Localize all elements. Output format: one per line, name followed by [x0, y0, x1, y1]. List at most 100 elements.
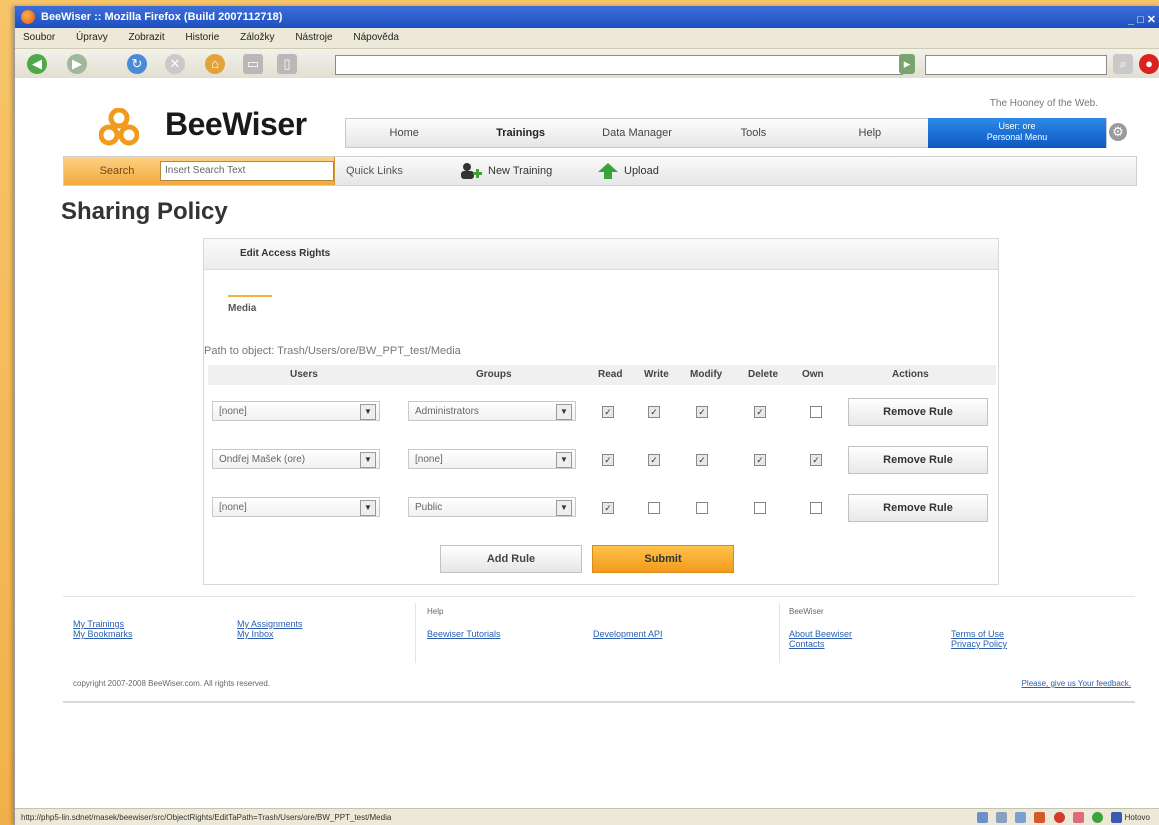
- add-rule-button[interactable]: Add Rule: [440, 545, 582, 573]
- page-icon[interactable]: ▯: [277, 54, 297, 74]
- menu-item-history[interactable]: Historie: [185, 32, 219, 43]
- own-checkbox[interactable]: ✓: [810, 454, 822, 466]
- write-checkbox[interactable]: [648, 502, 660, 514]
- footer-link-my-bookmarks[interactable]: My Bookmarks: [73, 629, 133, 639]
- group-select[interactable]: [none] ▼: [408, 449, 576, 469]
- group-select-value: Administrators: [415, 406, 479, 417]
- submit-button[interactable]: Submit: [592, 545, 734, 573]
- user-select[interactable]: [none] ▼: [212, 401, 380, 421]
- user-sub: Personal Menu: [986, 131, 1048, 142]
- read-checkbox[interactable]: ✓: [602, 454, 614, 466]
- search-go-icon[interactable]: ⌕: [1113, 54, 1133, 74]
- tab-media[interactable]: Media: [228, 295, 272, 314]
- group-select[interactable]: Public ▼: [408, 497, 576, 517]
- nav-data-manager[interactable]: Data Manager: [579, 119, 695, 147]
- site-search-input[interactable]: Insert Search Text: [160, 161, 334, 181]
- logo-text: BeeWiser: [165, 106, 307, 142]
- page-title: Sharing Policy: [61, 198, 228, 225]
- reload-icon[interactable]: ↻: [127, 54, 147, 74]
- feedback-link[interactable]: Please, give us Your feedback.: [1022, 679, 1131, 688]
- footer-link-contacts[interactable]: Contacts: [789, 639, 825, 649]
- remove-rule-button[interactable]: Remove Rule: [848, 398, 988, 426]
- read-checkbox[interactable]: ✓: [602, 502, 614, 514]
- search-label[interactable]: Search: [82, 157, 152, 185]
- status-icon[interactable]: [1015, 812, 1027, 824]
- user-select-value: [none]: [219, 406, 247, 417]
- menu-item-tools[interactable]: Nástroje: [295, 32, 332, 43]
- table-row: [none] ▼ Public ▼ ✓ Remove Rule: [204, 494, 998, 525]
- menu-bar: Soubor Úpravy Zobrazit Historie Záložky …: [15, 28, 1159, 49]
- footer-beewiser-heading: BeeWiser: [789, 607, 824, 616]
- status-icon[interactable]: [996, 812, 1007, 824]
- status-icon[interactable]: [1034, 812, 1046, 824]
- col-actions: Actions: [892, 369, 929, 380]
- status-icon[interactable]: [1053, 812, 1065, 824]
- write-checkbox[interactable]: ✓: [648, 454, 660, 466]
- new-training-label: New Training: [488, 165, 553, 177]
- window-title: BeeWiser :: Mozilla Firefox (Build 20071…: [41, 11, 283, 23]
- user-select-value: Ondřej Mašek (ore): [219, 454, 306, 465]
- modify-checkbox[interactable]: [696, 502, 708, 514]
- col-modify: Modify: [690, 369, 723, 380]
- status-icon[interactable]: [1092, 812, 1104, 824]
- delete-checkbox[interactable]: [754, 502, 766, 514]
- write-checkbox[interactable]: ✓: [648, 406, 660, 418]
- menu-item-view[interactable]: Zobrazit: [129, 32, 165, 43]
- footer-link-terms[interactable]: Terms of Use: [951, 629, 1004, 639]
- adblock-icon[interactable]: ●: [1139, 54, 1159, 74]
- window-controls[interactable]: _ □ ✕: [1128, 9, 1156, 31]
- own-checkbox[interactable]: [810, 406, 822, 418]
- status-icon[interactable]: [1111, 812, 1123, 824]
- footer-link-my-inbox[interactable]: My Inbox: [237, 629, 274, 639]
- remove-rule-button[interactable]: Remove Rule: [848, 446, 988, 474]
- browser-search-input[interactable]: [925, 55, 1107, 75]
- address-bar[interactable]: [335, 55, 903, 75]
- status-icons: Hotovo: [971, 809, 1150, 825]
- group-select-value: Public: [415, 502, 443, 513]
- delete-checkbox[interactable]: ✓: [754, 454, 766, 466]
- modify-checkbox[interactable]: ✓: [696, 406, 708, 418]
- settings-gear-icon[interactable]: ⚙: [1109, 123, 1127, 141]
- menu-item-file[interactable]: Soubor: [23, 32, 55, 43]
- col-write: Write: [644, 369, 669, 380]
- status-icon[interactable]: [1072, 812, 1084, 824]
- menu-item-help[interactable]: Nápověda: [353, 32, 399, 43]
- user-select[interactable]: [none] ▼: [212, 497, 380, 517]
- upload-button[interactable]: Upload: [596, 157, 659, 185]
- own-checkbox[interactable]: [810, 502, 822, 514]
- panel-title: Edit Access Rights: [204, 239, 998, 270]
- footer-link-privacy[interactable]: Privacy Policy: [951, 639, 1007, 649]
- nav-help[interactable]: Help: [812, 119, 928, 147]
- navigation-toolbar: ◀ ▶ ↻ ✕ ⌂ ▭ ▯ ▸ ⌕ ●: [15, 49, 1159, 80]
- access-rights-panel: Edit Access Rights Media Path to object:…: [203, 238, 999, 585]
- footer-link-my-assignments[interactable]: My Assignments: [237, 619, 303, 629]
- nav-home[interactable]: Home: [346, 119, 462, 147]
- read-checkbox[interactable]: ✓: [602, 406, 614, 418]
- back-icon[interactable]: ◀: [27, 54, 47, 74]
- footer-link-api[interactable]: Development API: [593, 629, 663, 639]
- group-select[interactable]: Administrators ▼: [408, 401, 576, 421]
- remove-rule-button[interactable]: Remove Rule: [848, 494, 988, 522]
- home-icon[interactable]: ⌂: [205, 54, 225, 74]
- table-row: [none] ▼ Administrators ▼ ✓ ✓ ✓ ✓ Remove R…: [204, 398, 998, 429]
- footer-link-my-trainings[interactable]: My Trainings: [73, 619, 124, 629]
- print-icon[interactable]: ▭: [243, 54, 263, 74]
- footer-link-about[interactable]: About Beewiser: [789, 629, 852, 639]
- user-select[interactable]: Ondřej Mašek (ore) ▼: [212, 449, 380, 469]
- footer-help-heading: Help: [427, 607, 444, 616]
- status-bar: http://php5-lin.sdnet/masek/beewiser/src…: [15, 808, 1159, 825]
- new-training-button[interactable]: New Training: [458, 157, 552, 185]
- forward-icon[interactable]: ▶: [67, 54, 87, 74]
- modify-checkbox[interactable]: ✓: [696, 454, 708, 466]
- status-text: Hotovo: [1124, 813, 1150, 822]
- delete-checkbox[interactable]: ✓: [754, 406, 766, 418]
- nav-tools[interactable]: Tools: [695, 119, 811, 147]
- stop-icon[interactable]: ✕: [165, 54, 185, 74]
- user-menu[interactable]: User: ore Personal Menu: [928, 117, 1107, 148]
- footer-link-tutorials[interactable]: Beewiser Tutorials: [427, 629, 501, 639]
- nav-trainings[interactable]: Trainings: [462, 119, 578, 147]
- go-icon[interactable]: ▸: [899, 54, 915, 74]
- menu-item-edit[interactable]: Úpravy: [76, 32, 108, 43]
- status-icon[interactable]: [976, 812, 988, 824]
- menu-item-bookmarks[interactable]: Záložky: [240, 32, 274, 43]
